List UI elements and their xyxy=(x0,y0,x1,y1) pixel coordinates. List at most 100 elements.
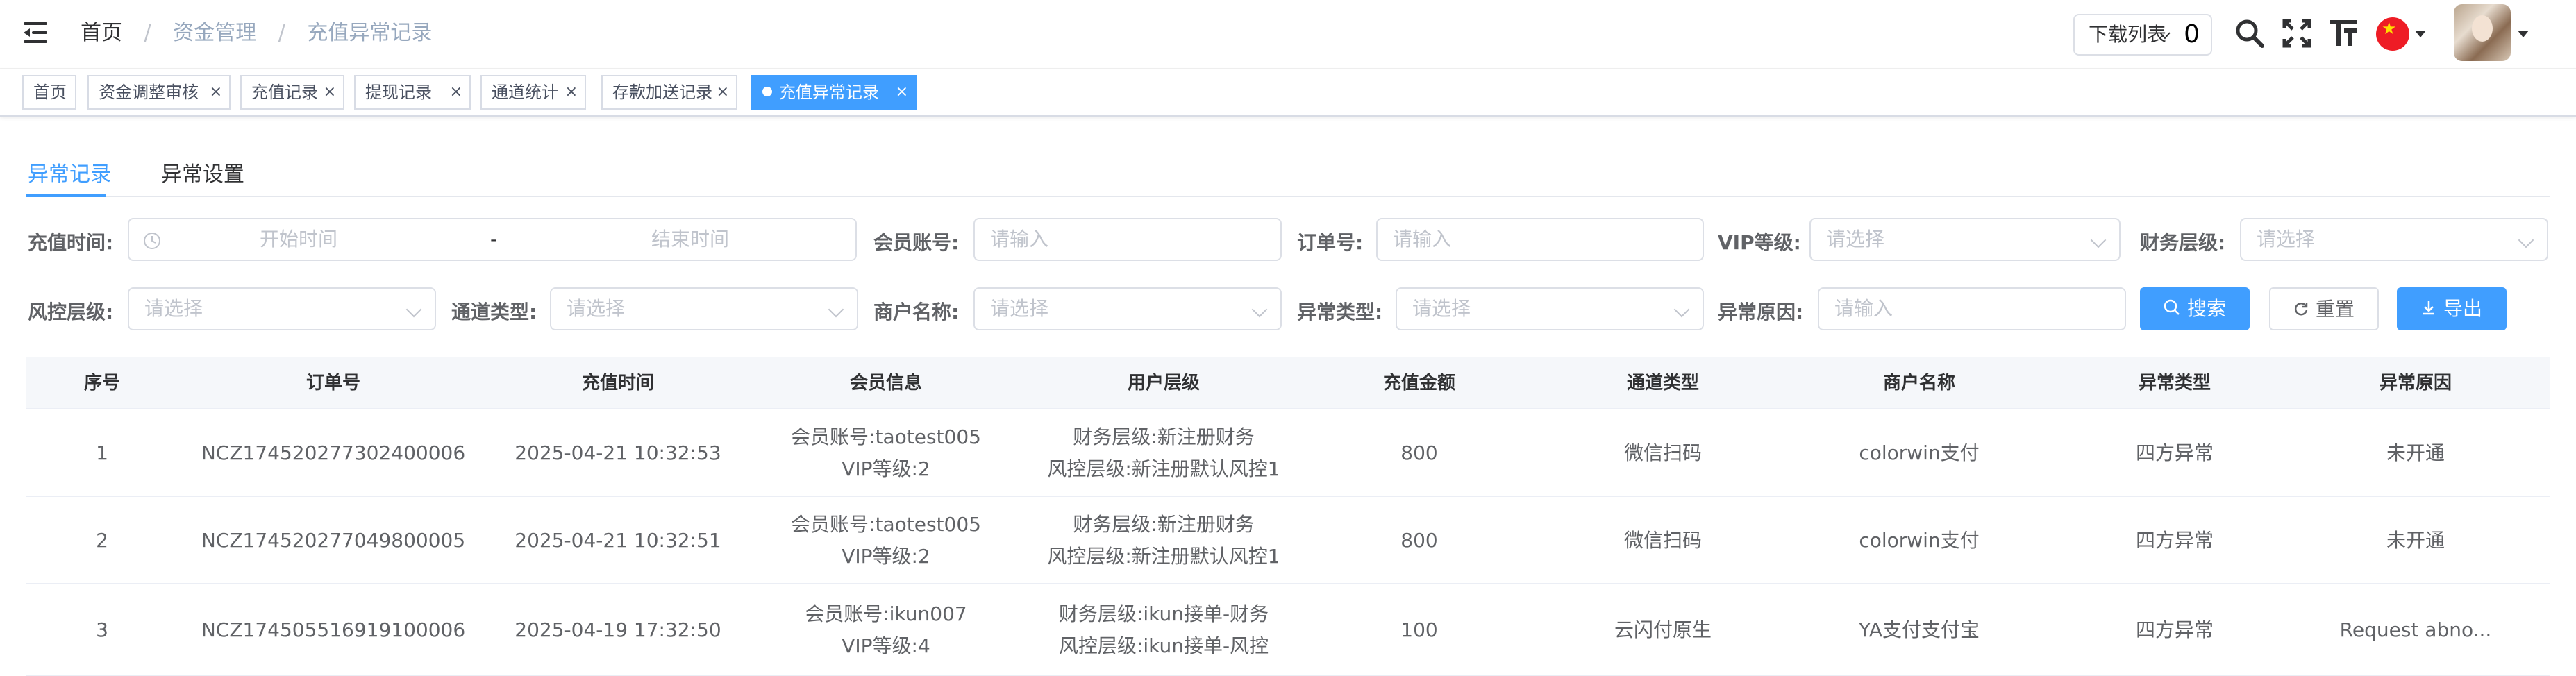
tag-label: 首页 xyxy=(33,83,67,102)
cell-recharge-time: 2025-04-21 10:32:53 xyxy=(515,441,721,464)
finance-level-select[interactable]: 请选择 xyxy=(2240,218,2548,261)
close-icon[interactable]: × xyxy=(717,76,729,108)
refresh-icon xyxy=(2294,303,2308,316)
cell-user-level: 财务层级:新注册财务 风控层级:新注册默认风控1 xyxy=(1047,513,1280,568)
reset-button[interactable]: 重置 xyxy=(2269,287,2379,330)
search-button[interactable]: 搜索 xyxy=(2140,287,2250,330)
close-icon[interactable]: × xyxy=(210,76,222,108)
chevron-down-icon xyxy=(405,301,422,318)
tag-recharge-records[interactable]: 充值记录 × xyxy=(240,75,344,110)
language-caret-icon[interactable] xyxy=(2415,31,2426,37)
tag-label: 资金调整审核 xyxy=(99,83,199,102)
cell-channel-type: 微信扫码 xyxy=(1623,529,1702,552)
close-icon[interactable]: × xyxy=(324,76,336,108)
cell-member-info: 会员账号:taotest005 VIP等级:2 xyxy=(791,425,981,480)
recharge-time-label: 充值时间: xyxy=(28,231,114,254)
cell-order-no: NCZ174505516919100006 xyxy=(201,618,466,641)
font-size-icon[interactable] xyxy=(2329,18,2359,49)
tag-recharge-anomaly-records[interactable]: 充值异常记录 × xyxy=(751,75,917,110)
order-no-input[interactable]: 请输入 xyxy=(1376,218,1704,261)
cell-amount: 800 xyxy=(1400,529,1438,552)
column-header: 充值时间 xyxy=(581,373,654,394)
china-flag-icon[interactable]: ★ xyxy=(2376,17,2409,51)
tag-deposit-bonus-records[interactable]: 存款加送记录 × xyxy=(601,75,737,110)
active-dot-icon xyxy=(762,87,772,96)
end-time-placeholder[interactable]: 结束时间 xyxy=(651,219,729,260)
tab-active-indicator xyxy=(26,194,106,197)
table-header: 序号 订单号 充值时间 会员信息 用户层级 充值金额 通道类型 商户名称 异常类… xyxy=(26,357,2550,409)
avatar[interactable] xyxy=(2454,4,2511,61)
table-row: 3 NCZ174505516919100006 2025-04-19 17:32… xyxy=(26,584,2550,676)
cell-anomaly-reason: 未开通 xyxy=(2386,441,2445,464)
breadcrumb: 首页 / 资金管理 / 充值异常记录 xyxy=(81,19,432,47)
cell-amount: 100 xyxy=(1400,618,1438,641)
start-time-placeholder[interactable]: 开始时间 xyxy=(260,219,337,260)
hamburger-icon[interactable] xyxy=(24,22,47,43)
vip-level-select[interactable]: 请选择 xyxy=(1809,218,2121,261)
search-icon[interactable] xyxy=(2234,18,2265,49)
cell-amount: 800 xyxy=(1400,441,1438,464)
vip-level-label: VIP等级: xyxy=(1718,231,1801,254)
column-header: 序号 xyxy=(83,373,120,394)
breadcrumb-separator: / xyxy=(278,21,285,45)
clock-icon xyxy=(144,233,160,249)
tag-label: 充值记录 xyxy=(251,83,318,102)
channel-type-placeholder: 请选择 xyxy=(567,297,626,320)
cell-anomaly-reason: Request abno... xyxy=(2339,618,2492,641)
breadcrumb-current: 充值异常记录 xyxy=(307,21,433,45)
anomaly-type-select[interactable]: 请选择 xyxy=(1396,287,1704,330)
cell-index: 2 xyxy=(96,529,108,552)
navbar: 首页 / 资金管理 / 充值异常记录 下载列表 0 ★ xyxy=(0,0,2576,69)
cell-index: 3 xyxy=(96,618,108,641)
tag-label: 充值异常记录 xyxy=(779,83,879,102)
cell-merchant-name: YA支付支付宝 xyxy=(1858,618,1980,641)
search-button-label: 搜索 xyxy=(2186,297,2226,320)
tab-anomaly-records[interactable]: 异常记录 xyxy=(28,157,111,187)
cell-index: 1 xyxy=(96,441,108,464)
tag-home[interactable]: 首页 xyxy=(22,75,76,110)
tag-fund-adjust-review[interactable]: 资金调整审核 × xyxy=(87,75,231,110)
member-account-input[interactable]: 请输入 xyxy=(973,218,1282,261)
breadcrumb-home[interactable]: 首页 xyxy=(81,21,122,45)
cell-anomaly-type: 四方异常 xyxy=(2135,529,2214,552)
order-no-label: 订单号: xyxy=(1297,231,1364,254)
cell-member-info: 会员账号:taotest005 VIP等级:2 xyxy=(791,513,981,568)
merchant-name-label: 商户名称: xyxy=(873,301,960,323)
column-header: 异常类型 xyxy=(2138,373,2211,394)
anomaly-type-placeholder: 请选择 xyxy=(1412,297,1471,320)
anomaly-reason-input[interactable]: 请输入 xyxy=(1818,287,2126,330)
cell-merchant-name: colorwin支付 xyxy=(1859,529,1980,552)
table-row: 2 NCZ174520277049800005 2025-04-21 10:32… xyxy=(26,497,2550,584)
tab-anomaly-settings[interactable]: 异常设置 xyxy=(161,157,244,187)
cell-anomaly-reason: 未开通 xyxy=(2386,529,2445,552)
cell-anomaly-type: 四方异常 xyxy=(2135,441,2214,464)
close-icon[interactable]: × xyxy=(565,76,578,108)
risk-level-select[interactable]: 请选择 xyxy=(128,287,436,330)
cell-recharge-time: 2025-04-19 17:32:50 xyxy=(515,618,721,641)
tag-channel-stats[interactable]: 通道统计 × xyxy=(480,75,586,110)
breadcrumb-fund-management[interactable]: 资金管理 xyxy=(173,21,256,45)
chevron-down-icon xyxy=(1251,301,1268,318)
cell-user-level: 财务层级:ikun接单-财务 风控层级:ikun接单-风控 xyxy=(1058,602,1269,657)
finance-level-label: 财务层级: xyxy=(2140,231,2226,254)
channel-type-label: 通道类型: xyxy=(451,301,537,323)
download-list-button[interactable]: 下载列表 0 xyxy=(2073,14,2212,56)
tag-label: 通道统计 xyxy=(492,83,558,102)
fullscreen-icon[interactable] xyxy=(2282,18,2312,49)
user-menu-caret-icon[interactable] xyxy=(2518,31,2529,37)
range-separator: - xyxy=(490,228,498,251)
export-button[interactable]: 导出 xyxy=(2397,287,2507,330)
member-account-label: 会员账号: xyxy=(873,231,960,254)
tag-withdraw-records[interactable]: 提现记录 × xyxy=(354,75,471,110)
merchant-name-select[interactable]: 请选择 xyxy=(973,287,1282,330)
download-icon xyxy=(2423,301,2434,315)
vip-level-placeholder: 请选择 xyxy=(1826,228,1885,251)
channel-type-select[interactable]: 请选择 xyxy=(550,287,858,330)
close-icon[interactable]: × xyxy=(450,76,462,108)
anomaly-reason-label: 异常原因: xyxy=(1718,301,1804,323)
recharge-time-range[interactable]: 开始时间 - 结束时间 xyxy=(128,218,857,261)
cell-merchant-name: colorwin支付 xyxy=(1859,441,1980,464)
risk-level-label: 风控层级: xyxy=(28,301,114,323)
close-icon[interactable]: × xyxy=(896,76,908,108)
finance-level-placeholder: 请选择 xyxy=(2257,228,2316,251)
